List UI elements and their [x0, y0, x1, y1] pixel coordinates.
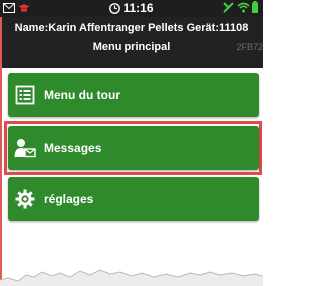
page-title: Menu principal	[92, 41, 171, 53]
status-right	[223, 0, 258, 18]
tour-menu-button[interactable]: Menu du tour	[8, 73, 259, 117]
driver-device-info: Name:Karin Affentranger Pellets Gerät:11…	[14, 22, 249, 34]
app-header: Name:Karin Affentranger Pellets Gerät:11…	[0, 17, 263, 68]
battery-icon	[252, 0, 258, 18]
left-edge-line	[0, 17, 2, 286]
user-mail-icon	[14, 137, 36, 159]
torn-edge	[0, 269, 263, 286]
messages-label: Messages	[44, 141, 102, 155]
settings-label: réglages	[44, 192, 94, 206]
no-sim-icon	[223, 0, 235, 18]
settings-button[interactable]: réglages	[8, 177, 259, 221]
messages-button[interactable]: Messages	[8, 126, 259, 170]
clock-time: 11:16	[123, 1, 154, 15]
version-code: 2FB72	[236, 42, 263, 52]
gear-icon	[14, 188, 36, 210]
status-bar: 11:16	[0, 0, 263, 17]
list-icon	[14, 84, 36, 106]
clock-icon	[109, 3, 121, 18]
tour-menu-label: Menu du tour	[44, 88, 120, 102]
wifi-icon	[237, 0, 250, 18]
